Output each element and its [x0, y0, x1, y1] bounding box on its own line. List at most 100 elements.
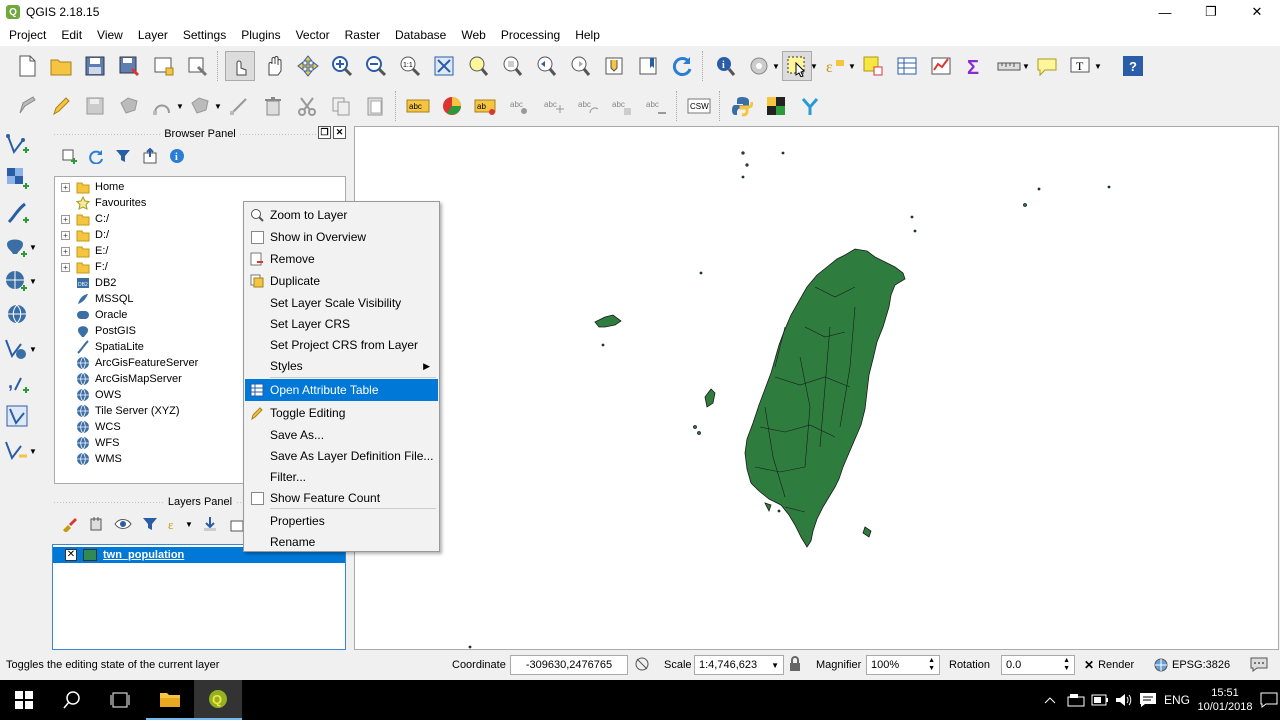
chevron-down-icon[interactable]: ▼ [848, 62, 856, 71]
context-menu-item[interactable]: Set Layer CRS [245, 313, 438, 335]
menu-database[interactable]: Database [386, 28, 452, 42]
chevron-up-icon[interactable] [1042, 680, 1058, 720]
chevron-down-icon[interactable]: ▼ [176, 102, 184, 111]
touch-zoom-pan-icon[interactable] [225, 51, 255, 81]
refresh-icon[interactable] [85, 145, 107, 167]
network-icon[interactable] [1066, 680, 1086, 720]
minimize-button[interactable]: — [1142, 0, 1188, 24]
close-panel-icon[interactable]: ✕ [333, 126, 346, 139]
layer-visibility-checkbox[interactable]: ✕ [65, 549, 77, 561]
volume-icon[interactable] [1114, 680, 1134, 720]
new-bookmark-icon[interactable] [633, 51, 663, 81]
context-menu-item[interactable]: Zoom to Layer [245, 204, 438, 226]
context-menu-item[interactable]: Styles ▶ [245, 355, 438, 377]
network-plugin-icon[interactable] [795, 91, 825, 121]
menu-settings[interactable]: Settings [174, 28, 232, 42]
context-menu-item[interactable]: Properties [245, 510, 438, 532]
chevron-down-icon[interactable]: ▼ [1022, 62, 1030, 71]
crs-button[interactable]: EPSG:3826 [1154, 658, 1230, 672]
move-feature-icon[interactable] [186, 91, 216, 121]
zoom-last-icon[interactable] [531, 51, 561, 81]
expand-all-icon[interactable] [199, 513, 221, 535]
context-menu-item[interactable]: Remove [245, 248, 438, 270]
context-menu-item[interactable]: Save As Layer Definition File... [245, 445, 438, 467]
rotation-spinbox[interactable]: 0.0 ▲ ▼ [1001, 655, 1075, 675]
zoom-native-icon[interactable]: 1:1 [395, 51, 425, 81]
maximize-button[interactable]: ❐ [1188, 0, 1234, 24]
context-menu-item[interactable]: Toggle Editing [245, 402, 438, 424]
spin-arrows-icon[interactable]: ▲ ▼ [928, 657, 935, 673]
select-by-expression-icon[interactable]: ε [820, 51, 850, 81]
chevron-down-icon[interactable]: ▼ [214, 102, 222, 111]
save-project-icon[interactable] [80, 51, 110, 81]
language-indicator[interactable]: ENG [1162, 680, 1192, 720]
layer-styling-icon[interactable] [58, 513, 80, 535]
clock[interactable]: 15:51 10/01/2018 [1197, 680, 1252, 720]
context-menu-item[interactable]: Filter... [245, 466, 438, 488]
pin-labels-icon[interactable]: ab [471, 91, 501, 121]
menu-processing[interactable]: Processing [492, 28, 566, 42]
paste-features-icon[interactable] [360, 91, 390, 121]
rotate-label-icon[interactable]: abc [573, 91, 603, 121]
context-menu-item[interactable]: Save As... [245, 424, 438, 446]
menu-layer[interactable]: Layer [129, 28, 174, 42]
move-label-icon[interactable]: abc [539, 91, 569, 121]
identify-features-icon[interactable]: i [710, 51, 740, 81]
filter-legend-icon[interactable] [139, 513, 161, 535]
help-icon[interactable]: ? [1118, 51, 1148, 81]
cut-features-icon[interactable] [292, 91, 322, 121]
save-as-icon[interactable] [114, 51, 144, 81]
context-menu-item[interactable]: Rename [245, 531, 438, 553]
select-features-icon[interactable] [782, 51, 812, 81]
browser-item[interactable]: + Home [55, 179, 345, 195]
toggle-editing-icon[interactable] [46, 91, 76, 121]
context-menu-item[interactable]: Set Project CRS from Layer [245, 334, 438, 356]
add-group-icon[interactable] [85, 513, 107, 535]
add-wcs-layer-icon[interactable] [3, 300, 33, 330]
plugin-grid-icon[interactable] [761, 91, 791, 121]
statistical-summary-icon[interactable] [926, 51, 956, 81]
menu-plugins[interactable]: Plugins [232, 28, 286, 42]
collapse-all-icon[interactable] [139, 145, 161, 167]
toggle-extents-icon[interactable] [634, 656, 650, 675]
expand-icon[interactable]: + [61, 182, 70, 192]
chevron-down-icon[interactable]: ▼ [810, 62, 818, 71]
new-shapefile-layer-icon[interactable]: ▼ [3, 436, 47, 466]
properties-info-icon[interactable]: i [166, 145, 188, 167]
menu-project[interactable]: Project [0, 28, 52, 42]
menu-help[interactable]: Help [566, 28, 606, 42]
add-delimited-text-layer-icon[interactable]: , [3, 368, 33, 398]
add-wms-layer-icon[interactable]: ▼ [3, 266, 47, 296]
chevron-down-icon[interactable]: ▼ [771, 661, 779, 670]
context-menu-item[interactable]: Set Layer Scale Visibility [245, 292, 438, 314]
map-tips-icon[interactable] [1032, 51, 1062, 81]
spin-arrows-icon[interactable]: ▲ ▼ [1063, 657, 1070, 673]
expand-icon[interactable]: + [61, 230, 70, 240]
change-label-icon[interactable]: abc [607, 91, 637, 121]
open-field-calculator-icon[interactable] [892, 51, 922, 81]
context-menu-item[interactable]: Open Attribute Table [245, 379, 438, 401]
measure-line-icon[interactable] [994, 51, 1024, 81]
csw-icon[interactable]: CSW [684, 91, 714, 121]
layer-labeling-icon[interactable]: abc [403, 91, 433, 121]
render-checkbox[interactable]: ✕ Render [1084, 658, 1134, 672]
current-edits-icon[interactable] [12, 91, 42, 121]
add-postgis-layer-icon[interactable]: ▼ [3, 232, 47, 262]
run-feature-action-icon[interactable] [744, 51, 774, 81]
zoom-in-icon[interactable] [327, 51, 357, 81]
node-tool-icon[interactable] [224, 91, 254, 121]
deselect-features-icon[interactable] [858, 51, 888, 81]
add-raster-layer-icon[interactable] [3, 164, 33, 194]
file-explorer-icon[interactable] [146, 680, 194, 720]
menu-raster[interactable]: Raster [336, 28, 386, 42]
python-console-icon[interactable] [727, 91, 757, 121]
manage-visibility-icon[interactable] [112, 513, 134, 535]
sum-icon[interactable]: Σ [960, 51, 990, 81]
magnifier-spinbox[interactable]: 100% ▲ ▼ [866, 655, 940, 675]
refresh-icon[interactable] [667, 51, 697, 81]
lock-scale-icon[interactable] [789, 655, 801, 675]
search-icon[interactable] [48, 680, 96, 720]
windows-start-icon[interactable] [0, 680, 48, 720]
task-view-icon[interactable] [96, 680, 144, 720]
new-map-view-icon[interactable] [599, 51, 629, 81]
